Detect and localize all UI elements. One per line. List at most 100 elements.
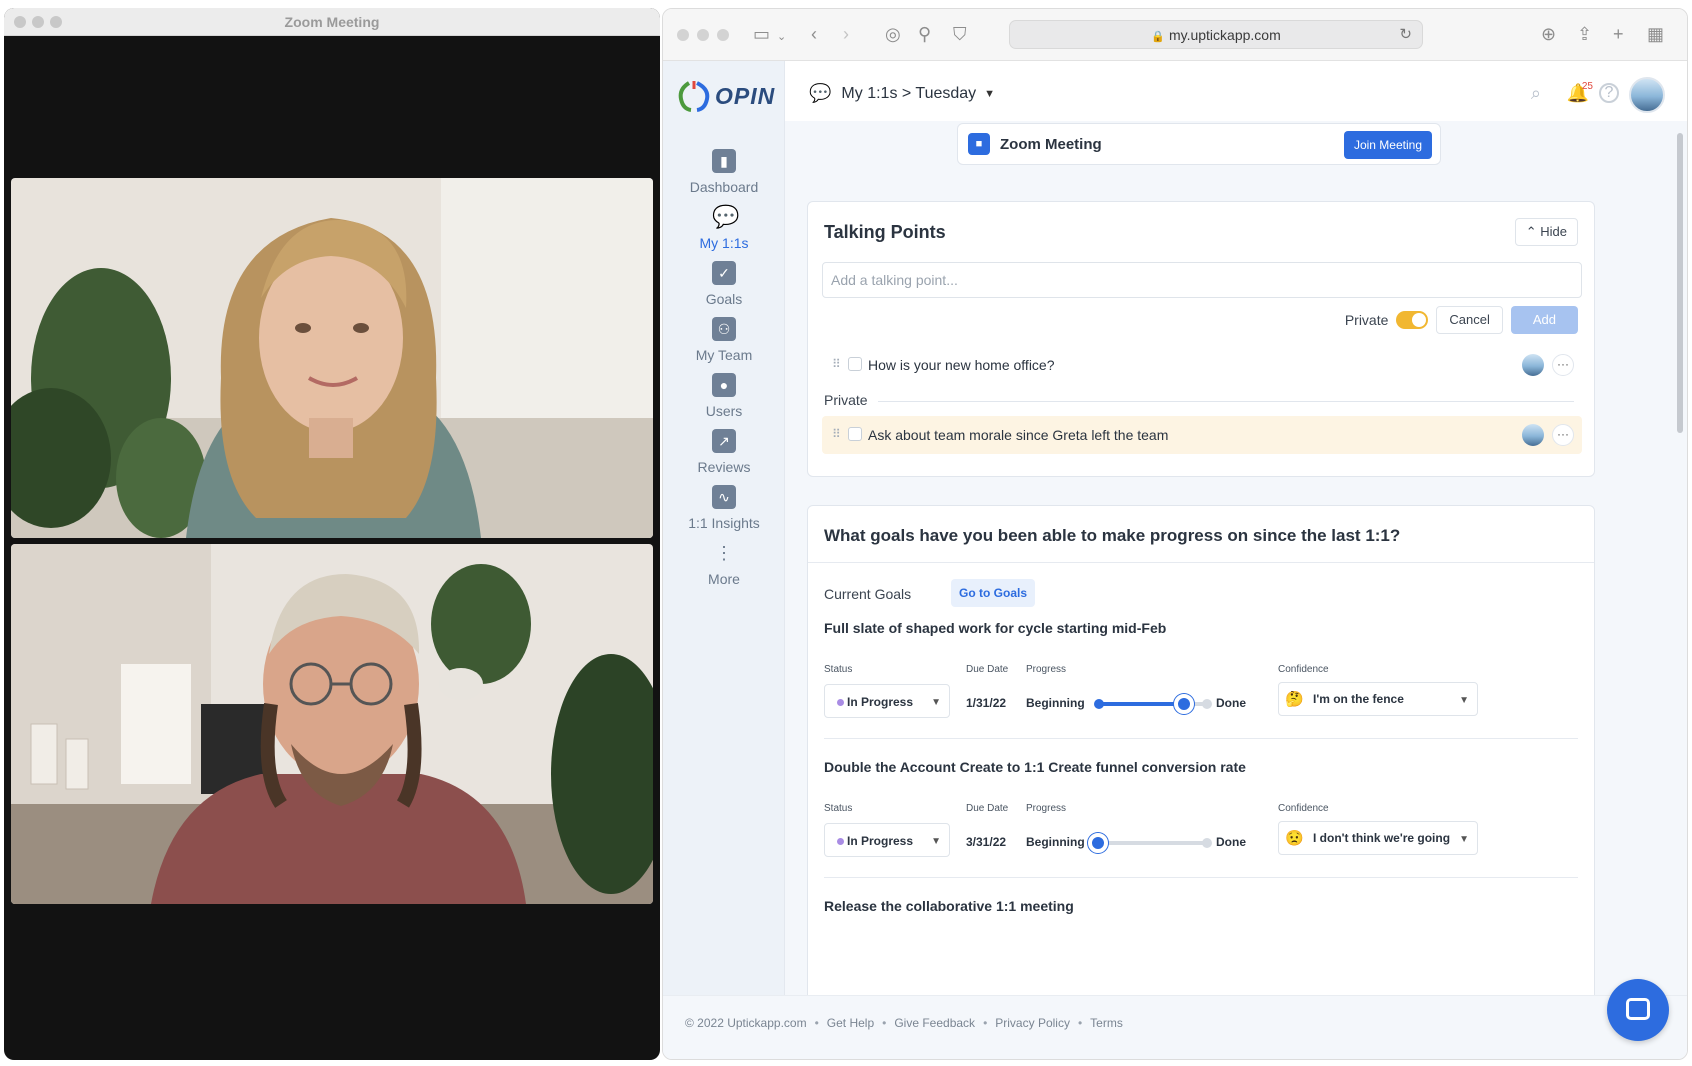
progress-thumb[interactable] xyxy=(1174,694,1195,714)
go-to-goals-button[interactable]: Go to Goals xyxy=(951,579,1036,607)
privacy-icon[interactable]: ◎ xyxy=(885,23,901,45)
goal-name[interactable]: Full slate of shaped work for cycle star… xyxy=(824,620,1166,636)
browser-window: ▭ ⌄ ‹ › ◎ ⚲ ⛉ 🔒 my.uptickapp.com ↻ ⊕ ⇪ + … xyxy=(662,8,1688,1060)
breadcrumb[interactable]: 💬 My 1:1s > Tuesday ▼ xyxy=(809,83,995,104)
confidence-select[interactable]: 😟 I don't think we're going ▼ xyxy=(1278,821,1478,855)
sidebar-item-label: 1:1 Insights xyxy=(688,515,760,531)
bullet-separator: • xyxy=(882,1016,887,1030)
sidebar-item-label: Reviews xyxy=(697,459,751,475)
footer-link-get-help[interactable]: Get Help xyxy=(827,1016,874,1030)
confidence-label: Confidence xyxy=(1278,664,1329,675)
done-label: Done xyxy=(1216,696,1246,710)
beginning-label: Beginning xyxy=(1026,835,1085,849)
status-select[interactable]: In Progress ▼ xyxy=(824,684,950,718)
footer-link-terms[interactable]: Terms xyxy=(1090,1016,1123,1030)
tab-overview-icon[interactable]: ▦ xyxy=(1647,23,1664,45)
progress-end-dot xyxy=(1202,838,1212,848)
sidebar-item-dashboard[interactable]: ▮ Dashboard xyxy=(663,149,785,195)
due-date-value: 3/31/22 xyxy=(966,835,1007,849)
opin-logo[interactable]: OPIN xyxy=(677,79,775,113)
sidebar-item-label: My 1:1s xyxy=(699,235,749,251)
support-chat-button[interactable] xyxy=(1607,979,1669,1041)
drag-handle-icon[interactable]: ⠿ xyxy=(832,427,841,441)
talking-point-checkbox[interactable] xyxy=(848,427,862,441)
zoom-titlebar: Zoom Meeting xyxy=(4,8,660,36)
back-icon[interactable]: ‹ xyxy=(811,23,817,45)
cancel-button[interactable]: Cancel xyxy=(1436,306,1503,334)
hide-label: Hide xyxy=(1540,224,1567,239)
maximize-window-button[interactable] xyxy=(717,29,729,41)
status-dot xyxy=(837,838,844,845)
extension-icon[interactable]: ⚲ xyxy=(918,23,931,45)
talking-point-controls: Private Cancel Add xyxy=(1345,306,1578,334)
pulse-icon: ∿ xyxy=(712,485,736,509)
sidebar-item-insights[interactable]: ∿ 1:1 Insights xyxy=(663,485,785,531)
drag-handle-icon[interactable]: ⠿ xyxy=(832,357,841,371)
chevron-down-icon[interactable]: ⌄ xyxy=(777,26,786,48)
scrollbar[interactable] xyxy=(1677,133,1683,433)
private-toggle[interactable] xyxy=(1396,311,1429,329)
sidebar-item-label: My Team xyxy=(695,347,753,363)
help-icon[interactable]: ? xyxy=(1599,83,1619,103)
status-label: Status xyxy=(824,664,853,675)
url-bar[interactable]: 🔒 my.uptickapp.com ↻ xyxy=(1009,20,1423,49)
progress-thumb[interactable] xyxy=(1088,833,1108,853)
reload-icon[interactable]: ↻ xyxy=(1399,25,1412,43)
done-label: Done xyxy=(1216,835,1246,849)
app-footer: © 2022 Uptickapp.com • Get Help • Give F… xyxy=(663,995,1687,1059)
participant-video-1[interactable] xyxy=(11,178,653,538)
browser-toolbar: ▭ ⌄ ‹ › ◎ ⚲ ⛉ 🔒 my.uptickapp.com ↻ ⊕ ⇪ + … xyxy=(663,9,1687,61)
talking-point-checkbox[interactable] xyxy=(848,357,862,371)
close-window-button[interactable] xyxy=(677,29,689,41)
add-button[interactable]: Add xyxy=(1510,306,1578,334)
sidebar-item-goals[interactable]: ✓ Goals xyxy=(663,261,785,307)
more-options-icon[interactable]: ··· xyxy=(1552,424,1574,446)
avatar xyxy=(1522,424,1544,446)
hide-button[interactable]: ⌃ Hide xyxy=(1514,218,1578,246)
avatar xyxy=(1522,354,1544,376)
talking-point-input[interactable]: Add a talking point... xyxy=(822,262,1582,298)
chart-icon: ▮ xyxy=(712,149,736,173)
sidebar-item-my-1on1s[interactable]: 💬 My 1:1s xyxy=(663,205,785,252)
download-icon[interactable]: ⊕ xyxy=(1541,23,1556,45)
more-options-icon[interactable]: ··· xyxy=(1552,354,1574,376)
confidence-label: Confidence xyxy=(1278,803,1329,814)
footer-link-privacy-policy[interactable]: Privacy Policy xyxy=(995,1016,1070,1030)
zoom-window-title: Zoom Meeting xyxy=(284,14,380,30)
lock-icon: 🔒 xyxy=(1151,31,1165,43)
status-label: Status xyxy=(824,803,853,814)
shield-icon[interactable]: ⛉ xyxy=(953,23,967,45)
bullet-separator: • xyxy=(1077,1016,1083,1030)
share-icon[interactable]: ⇪ xyxy=(1577,23,1592,45)
confidence-select[interactable]: 🤔 I'm on the fence ▼ xyxy=(1278,682,1478,716)
talking-point-item[interactable]: ⠿ How is your new home office? ··· xyxy=(822,346,1582,384)
status-select[interactable]: In Progress ▼ xyxy=(824,823,950,857)
join-meeting-button[interactable]: Join Meeting xyxy=(1343,131,1432,159)
divider xyxy=(824,877,1578,878)
sidebar-item-reviews[interactable]: ↗ Reviews xyxy=(663,429,785,475)
zoom-card-title: Zoom Meeting xyxy=(1000,136,1102,153)
chat-icon: 💬 xyxy=(809,83,832,103)
goals-question-card: What goals have you been able to make pr… xyxy=(807,505,1595,995)
caret-down-icon: ▼ xyxy=(1459,834,1469,845)
forward-icon[interactable]: › xyxy=(843,23,849,45)
goal-name[interactable]: Release the collaborative 1:1 meeting xyxy=(824,898,1074,914)
progress-slider[interactable] xyxy=(1098,841,1206,845)
sidebar-item-my-team[interactable]: ⚇ My Team xyxy=(663,317,785,363)
sidebar-item-more[interactable]: ⋮ More xyxy=(663,541,785,587)
video-camera-icon: ■ xyxy=(968,133,990,155)
minimize-window-button[interactable] xyxy=(697,29,709,41)
goal-name[interactable]: Double the Account Create to 1:1 Create … xyxy=(824,759,1246,775)
new-tab-icon[interactable]: + xyxy=(1613,23,1624,45)
sidebar-toggle-icon[interactable]: ▭ xyxy=(753,23,770,45)
confidence-value: I don't think we're going xyxy=(1313,831,1451,845)
sidebar-item-users[interactable]: ● Users xyxy=(663,373,785,419)
footer-link-give-feedback[interactable]: Give Feedback xyxy=(894,1016,975,1030)
talking-points-title: Talking Points xyxy=(824,222,946,242)
talking-point-item[interactable]: ⠿ Ask about team morale since Greta left… xyxy=(822,416,1582,454)
sidebar-item-label: Goals xyxy=(705,291,743,307)
search-icon[interactable]: ⌕ xyxy=(1531,83,1541,104)
user-avatar[interactable] xyxy=(1629,77,1665,113)
zoom-window: Zoom Meeting xyxy=(4,8,660,1060)
participant-video-2[interactable] xyxy=(11,544,653,904)
